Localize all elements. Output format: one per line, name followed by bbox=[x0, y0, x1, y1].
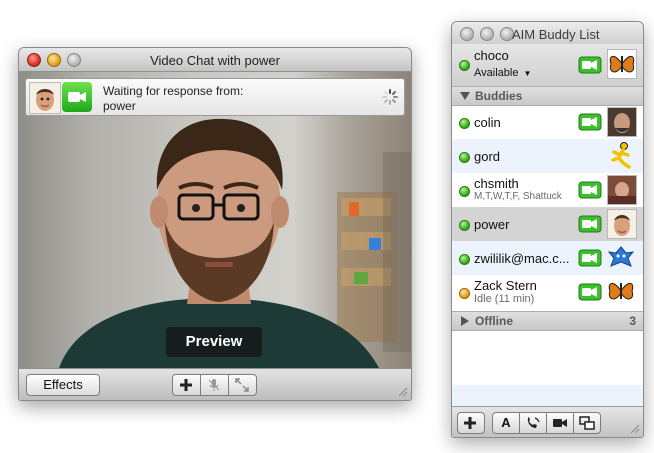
phone-icon bbox=[527, 417, 540, 428]
video-chat-window: Video Chat with power Waiting for respon… bbox=[18, 47, 412, 401]
buddy-window-titlebar[interactable]: AIM Buddy List bbox=[452, 22, 643, 44]
minimize-icon[interactable] bbox=[480, 27, 494, 41]
camera-icon[interactable] bbox=[578, 181, 602, 199]
buddy-row-colin[interactable]: colin bbox=[452, 105, 643, 139]
group-count: 3 bbox=[629, 314, 636, 328]
video-window-title: Video Chat with power bbox=[150, 53, 280, 68]
video-preview-area: Waiting for response from: power Preview bbox=[19, 72, 411, 368]
plus-icon bbox=[180, 379, 192, 391]
my-status-panel: choco Available ▼ bbox=[452, 44, 643, 87]
video-chat-button[interactable] bbox=[546, 412, 574, 434]
spinner-icon bbox=[382, 89, 398, 105]
video-window-titlebar[interactable]: Video Chat with power bbox=[19, 48, 411, 72]
presence-dot bbox=[459, 288, 470, 299]
camera-icon[interactable] bbox=[578, 249, 602, 267]
fullscreen-button[interactable] bbox=[228, 374, 257, 396]
effects-button[interactable]: Effects bbox=[26, 374, 100, 396]
plus-icon bbox=[464, 417, 476, 429]
font-button[interactable]: A bbox=[492, 412, 520, 434]
buddy-name: zwililik@mac.c... bbox=[474, 251, 570, 266]
close-icon[interactable] bbox=[460, 27, 474, 41]
buddy-name: chsmith bbox=[474, 176, 519, 191]
group-label: Buddies bbox=[475, 89, 523, 103]
buddy-window-toolbar: A bbox=[452, 406, 643, 437]
disclosure-triangle-icon bbox=[461, 316, 469, 326]
mute-mic-icon bbox=[208, 379, 220, 391]
camera-icon[interactable] bbox=[578, 56, 602, 74]
avatar bbox=[607, 243, 635, 271]
disclosure-triangle-icon bbox=[460, 92, 470, 100]
video-icon bbox=[553, 419, 567, 427]
group-label: Offline bbox=[475, 314, 513, 328]
buddy-row-gord[interactable]: gord bbox=[452, 139, 643, 173]
camera-preview-image bbox=[59, 118, 411, 368]
presence-dot bbox=[459, 60, 470, 71]
avatar bbox=[607, 107, 637, 137]
presence-dot bbox=[459, 118, 470, 129]
buddy-name: colin bbox=[474, 115, 501, 130]
avatar bbox=[29, 82, 61, 114]
chevron-down-icon: ▼ bbox=[523, 69, 532, 78]
butterfly-icon bbox=[607, 49, 637, 79]
group-header-buddies[interactable]: Buddies bbox=[452, 86, 643, 106]
buddy-row-zack-stern[interactable]: Zack Stern Idle (11 min) bbox=[452, 275, 643, 309]
font-label: A bbox=[501, 415, 511, 430]
my-screen-name: choco bbox=[474, 48, 509, 63]
call-status-bar: Waiting for response from: power bbox=[25, 78, 405, 116]
buddy-name: Zack Stern bbox=[474, 278, 537, 293]
status-buddy-name: power bbox=[103, 99, 136, 113]
avatar bbox=[607, 209, 637, 239]
camera-icon[interactable] bbox=[578, 283, 602, 301]
presence-dot bbox=[459, 186, 470, 197]
preview-label: Preview bbox=[166, 327, 262, 357]
camera-icon[interactable] bbox=[578, 215, 602, 233]
presence-dot bbox=[459, 220, 470, 231]
buddy-list-window: AIM Buddy List choco Available ▼ Buddies bbox=[451, 21, 644, 438]
add-participant-button[interactable] bbox=[172, 374, 201, 396]
buddy-row-chsmith[interactable]: chsmith M,T,W,T,F, Shattuck bbox=[452, 173, 643, 207]
availability-label: Available bbox=[474, 67, 519, 79]
screen-share-icon bbox=[579, 416, 595, 430]
availability-menu[interactable]: Available ▼ bbox=[474, 67, 531, 79]
buddy-row-power[interactable]: power bbox=[452, 207, 643, 241]
camera-icon bbox=[62, 82, 92, 112]
buddy-status-message: Idle (11 min) bbox=[474, 293, 535, 305]
buddy-window-title: AIM Buddy List bbox=[512, 27, 600, 42]
status-text: Waiting for response from: bbox=[103, 84, 244, 98]
buddy-name: power bbox=[474, 217, 510, 232]
resize-grip-icon[interactable] bbox=[629, 423, 640, 434]
presence-dot bbox=[459, 254, 470, 265]
group-header-offline[interactable]: Offline 3 bbox=[452, 311, 643, 331]
buddy-name: gord bbox=[474, 149, 501, 164]
aim-running-man-icon bbox=[607, 141, 635, 169]
presence-dot bbox=[459, 152, 470, 163]
resize-grip-icon[interactable] bbox=[397, 386, 408, 397]
video-window-toolbar: Effects bbox=[19, 368, 411, 400]
butterfly-icon bbox=[607, 277, 635, 305]
camera-icon[interactable] bbox=[578, 113, 602, 131]
fullscreen-icon bbox=[235, 378, 249, 392]
mute-button[interactable] bbox=[200, 374, 229, 396]
buddy-status-message: M,T,W,T,F, Shattuck bbox=[474, 191, 562, 202]
avatar bbox=[607, 175, 637, 205]
buddy-row-zwililik[interactable]: zwililik@mac.c... bbox=[452, 241, 643, 275]
add-buddy-button[interactable] bbox=[457, 412, 485, 434]
screen-share-button[interactable] bbox=[573, 412, 601, 434]
audio-chat-button[interactable] bbox=[519, 412, 547, 434]
